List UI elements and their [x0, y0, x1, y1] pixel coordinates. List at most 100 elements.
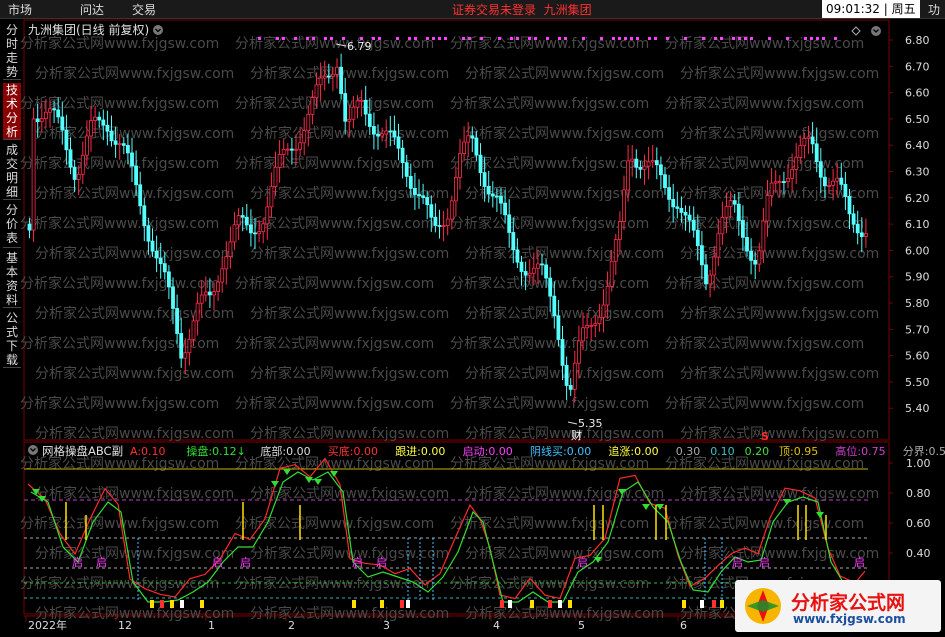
candle-body — [663, 174, 667, 189]
date-label: 6 — [680, 619, 687, 632]
candle-body — [675, 206, 680, 209]
signal-dot — [342, 37, 345, 40]
indicator-item-value: 0.75 — [861, 445, 886, 458]
signal-dot — [834, 37, 837, 40]
qi-label: 启 — [376, 556, 387, 569]
candle-body — [515, 249, 520, 263]
signal-dot — [312, 37, 315, 40]
indicator-item: 0.10 — [710, 445, 735, 458]
indicator-name: 网格操盘ABC副 — [42, 444, 123, 458]
candle-body — [548, 277, 553, 297]
candle-body — [741, 220, 745, 238]
candle-body — [425, 197, 430, 206]
candle-body — [207, 291, 212, 296]
indicator-item-label: 追涨: — [608, 444, 634, 458]
qi-label: 启 — [72, 556, 83, 569]
indicator-item-value: 0.00 — [567, 445, 592, 458]
signal-dot — [564, 37, 567, 40]
indicator-item-value: 0.10 — [141, 445, 166, 458]
candle-body — [736, 203, 741, 221]
candle-body — [289, 148, 294, 151]
candle-body — [72, 166, 77, 180]
candle-body — [294, 148, 298, 151]
candle-body — [749, 250, 753, 261]
candle-body — [281, 148, 286, 155]
candle-body — [773, 181, 778, 184]
candle-body — [408, 175, 413, 189]
indicator-dropdown-icon[interactable] — [28, 445, 38, 455]
candle-body — [412, 188, 417, 195]
candle-body — [511, 232, 516, 251]
candle-body — [388, 130, 393, 133]
candle-body — [810, 136, 815, 145]
watermark-text: 分析家公式网www.fxjgsw.com — [680, 65, 879, 82]
signal-dot — [732, 37, 735, 40]
indicator-item-value: 0.20 — [745, 445, 770, 458]
candle-body — [60, 116, 65, 131]
signal-block — [712, 600, 716, 608]
candle-body — [667, 187, 671, 200]
signal-block — [558, 600, 562, 608]
signal-block — [180, 600, 184, 608]
signal-block — [508, 600, 512, 608]
candle-body — [458, 153, 462, 178]
watermark-text: 分析家公式网www.fxjgsw.com — [665, 335, 864, 352]
candle-body — [277, 154, 282, 168]
candle-body — [126, 145, 130, 154]
date-label: 12 — [118, 619, 132, 632]
price-tick-label: 6.70 — [905, 60, 930, 73]
candle-body — [171, 286, 175, 309]
stock-chart[interactable]: 分析家公式网www.fxjgsw.com 分析家公式网www.fxjgsw.com… — [0, 0, 945, 637]
signal-dot — [618, 37, 621, 40]
watermark-text: 分析家公式网www.fxjgsw.com — [465, 65, 664, 82]
candle-body — [355, 100, 360, 108]
indicator-item: 分界:0.50 — [903, 445, 945, 458]
candle-body — [847, 196, 852, 215]
signal-dots — [258, 37, 837, 40]
candle-body — [753, 259, 758, 265]
candle-body — [146, 225, 151, 242]
candle-body — [839, 177, 844, 185]
candle-body — [31, 118, 36, 231]
candle-body — [244, 216, 249, 226]
candle-body — [56, 109, 61, 118]
watermarks: 分析家公式网www.fxjgsw.com 分析家公式网www.fxjgsw.com… — [20, 35, 879, 622]
signal-block — [548, 600, 552, 608]
watermark-text: 分析家公式网www.fxjgsw.com — [250, 305, 449, 322]
signal-block — [530, 600, 534, 608]
candle-body — [864, 232, 868, 237]
candle-body — [306, 113, 311, 132]
signal-dot — [822, 37, 825, 40]
diamond-icon[interactable] — [851, 26, 861, 36]
watermark-text: 分析家公式网www.fxjgsw.com — [250, 605, 449, 622]
price-tick-label: 5.50 — [905, 376, 930, 389]
watermark-text: 分析家公式网www.fxjgsw.com — [35, 185, 234, 202]
date-label: 4 — [493, 619, 500, 632]
candle-body — [404, 162, 409, 177]
signal-dot — [630, 37, 633, 40]
candle-body — [691, 219, 696, 231]
signal-block — [160, 600, 164, 608]
candle-body — [359, 99, 364, 102]
candle-body — [261, 223, 266, 233]
signal-dot — [546, 37, 549, 40]
down-arrow-icon — [314, 479, 322, 485]
chart-settings-icon[interactable] — [871, 26, 881, 36]
candle-body — [93, 116, 97, 121]
candle-body — [162, 263, 167, 273]
signal-block — [352, 600, 356, 608]
indicator-item-label: 启动: — [463, 445, 489, 458]
indicator-item: 阴线买:0.00 — [530, 444, 591, 458]
candle-body — [720, 216, 725, 235]
watermark-text: 分析家公式网www.fxjgsw.com — [235, 395, 434, 412]
signal-dot — [498, 37, 501, 40]
candle-body — [499, 195, 503, 204]
candle-body — [216, 281, 221, 293]
candle-body — [248, 224, 253, 234]
signal-dot — [810, 37, 813, 40]
title-dropdown-icon[interactable] — [153, 25, 163, 35]
candle-body — [683, 211, 688, 216]
watermark-text: 分析家公式网www.fxjgsw.com — [680, 125, 879, 142]
indicator-item-value: 0.50 — [929, 445, 945, 458]
candle-body — [646, 161, 651, 167]
